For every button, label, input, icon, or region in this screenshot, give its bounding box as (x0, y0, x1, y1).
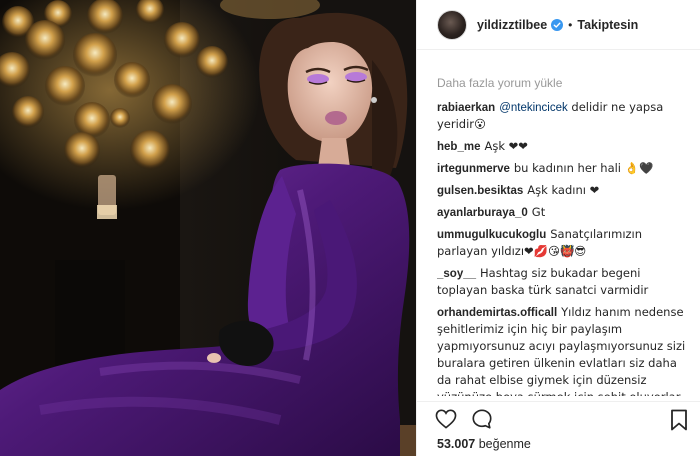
likes-label: beğenme (478, 437, 531, 451)
comments-list: Daha fazla yorum yükle rabiaerkan @ntekin… (437, 76, 690, 396)
comment-mention[interactable]: @ntekincicek (499, 102, 568, 114)
comment-author[interactable]: orhandemirtas.officall (437, 307, 557, 319)
comment-item: _soy__ Hashtag siz bukadar begeni toplaya… (437, 265, 690, 299)
comment-author[interactable]: irtegunmerve (437, 163, 510, 175)
comment-icon[interactable] (471, 408, 493, 430)
comment-author[interactable]: _soy__ (437, 268, 476, 280)
header-separator: • (568, 17, 573, 32)
likes-summary[interactable]: 53.007 beğenme (437, 437, 531, 451)
comment-item: gulsen.besiktas Aşk kadını ❤ (437, 182, 690, 199)
post-header: yildizztilbee • Takiptesin (417, 0, 700, 50)
likes-count: 53.007 (437, 437, 476, 451)
heart-icon[interactable] (435, 409, 457, 429)
instagram-post: yildizztilbee • Takiptesin Daha fazla yo… (0, 0, 700, 456)
load-more-comments-button[interactable]: Daha fazla yorum yükle (437, 76, 690, 90)
comment-text: Aşk kadını ❤ (527, 183, 600, 197)
username[interactable]: yildizztilbee (477, 18, 547, 32)
photo-illustration (0, 0, 416, 456)
comment-author[interactable]: heb_me (437, 141, 480, 153)
comment-author[interactable]: ummugulkucukoglu (437, 229, 546, 241)
comment-text: Aşk ❤❤ (484, 139, 528, 153)
post-actions-bar (417, 401, 700, 435)
post-side-panel: yildizztilbee • Takiptesin Daha fazla yo… (416, 0, 700, 456)
verified-badge-icon (551, 18, 564, 31)
comment-item: orhandemirtas.officall Yıldız hanım neden… (437, 304, 690, 396)
comment-author[interactable]: ayanlarburaya_0 (437, 207, 528, 219)
comment-author[interactable]: rabiaerkan (437, 102, 495, 114)
comment-item: ayanlarburaya_0 Gt (437, 204, 690, 221)
post-photo[interactable] (0, 0, 416, 456)
bookmark-icon[interactable] (670, 409, 688, 431)
comment-text: Gt (531, 205, 546, 219)
comment-author[interactable]: gulsen.besiktas (437, 185, 523, 197)
comment-item: heb_me Aşk ❤❤ (437, 138, 690, 155)
avatar[interactable] (437, 9, 467, 40)
comment-item: rabiaerkan @ntekincicek delidir ne yapsa … (437, 99, 690, 133)
follow-status-button[interactable]: Takiptesin (577, 18, 638, 32)
comment-item: ummugulkucukoglu Sanatçılarımızın parlaya… (437, 226, 690, 260)
comment-text: bu kadının her hali 👌🖤 (513, 161, 654, 175)
comment-item: irtegunmerve bu kadının her hali 👌🖤 (437, 160, 690, 177)
